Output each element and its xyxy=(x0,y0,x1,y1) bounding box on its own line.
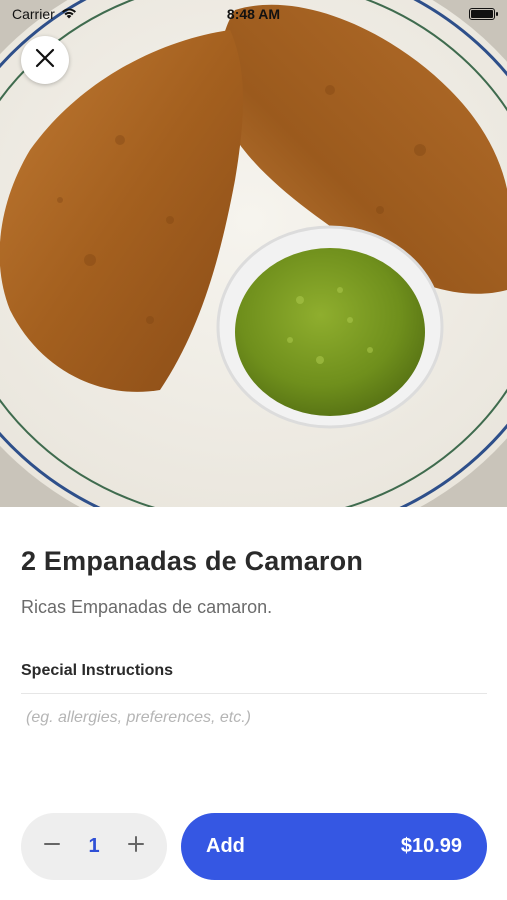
status-left: Carrier xyxy=(12,6,77,22)
item-photo xyxy=(0,0,507,507)
status-bar: Carrier 8:48 AM xyxy=(0,0,507,28)
add-button-label: Add xyxy=(206,835,245,857)
add-button-price: $10.99 xyxy=(400,835,462,857)
plus-icon xyxy=(127,835,145,858)
battery-icon xyxy=(469,8,498,20)
increment-button[interactable] xyxy=(123,834,149,860)
carrier-label: Carrier xyxy=(12,6,55,22)
decrement-button[interactable] xyxy=(39,834,65,860)
close-button[interactable] xyxy=(21,36,69,84)
status-time: 8:48 AM xyxy=(226,6,281,22)
special-instructions-label: Special Instructions xyxy=(21,662,174,679)
empanadas-photo xyxy=(0,0,507,507)
quantity-stepper: 1 xyxy=(21,813,167,880)
special-instructions-input[interactable] xyxy=(21,703,487,733)
wifi-icon xyxy=(61,6,77,22)
minus-icon xyxy=(43,835,61,858)
divider xyxy=(21,693,487,694)
item-description: Ricas Empanadas de camaron. xyxy=(21,597,273,617)
quantity-value: 1 xyxy=(88,835,100,857)
add-to-cart-button[interactable]: Add $10.99 xyxy=(181,813,487,880)
item-title: 2 Empanadas de Camaron xyxy=(21,546,364,576)
close-icon xyxy=(35,48,55,73)
